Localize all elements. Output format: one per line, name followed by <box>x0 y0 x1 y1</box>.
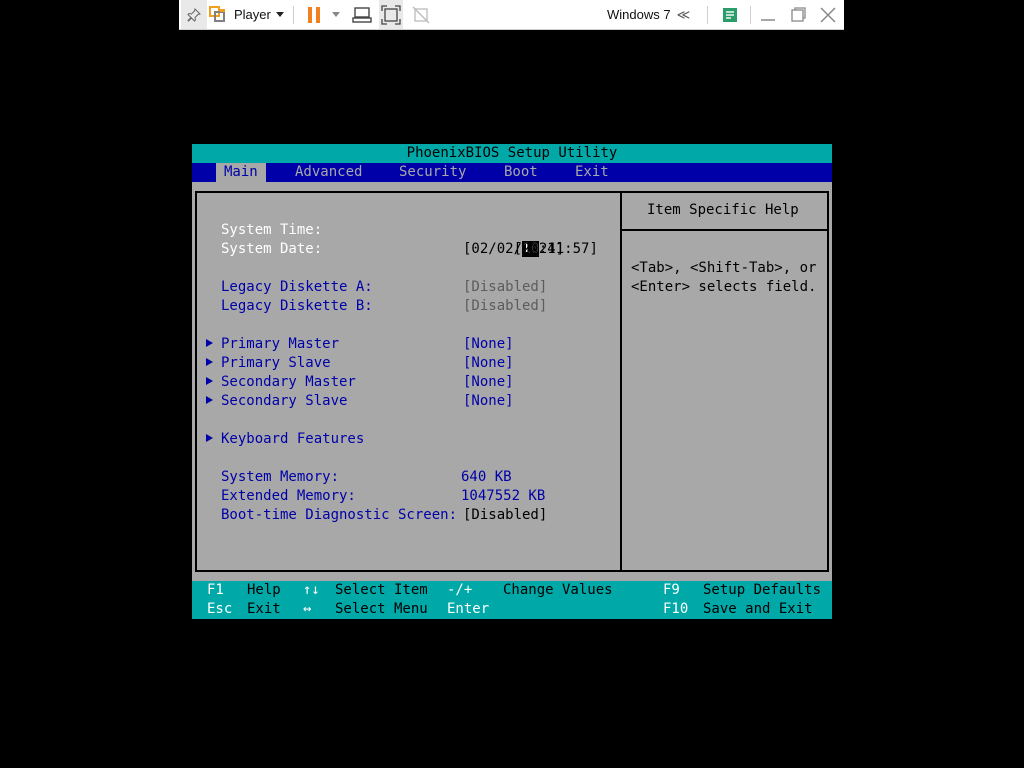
keyboard-features-label[interactable]: Keyboard Features <box>221 430 364 449</box>
collapse-chevrons-icon[interactable]: ≪ <box>677 7 691 23</box>
primary-master-label[interactable]: Primary Master <box>221 335 339 354</box>
vm-name: Windows 7 ≪ <box>607 0 699 29</box>
secondary-master-value[interactable]: [None] <box>463 373 514 392</box>
system-time-label[interactable]: System Time: <box>221 221 322 240</box>
system-memory-value: 640 KB <box>461 469 512 485</box>
system-date-field[interactable]: [02/02/2024] <box>463 240 564 259</box>
help-line-2: <Enter> selects field. <box>631 279 817 295</box>
power-dropdown-icon[interactable] <box>329 0 343 29</box>
secondary-master-label[interactable]: Secondary Master <box>221 373 356 392</box>
legacy-diskette-a-value[interactable]: [Disabled] <box>463 278 547 297</box>
secondary-slave-value[interactable]: [None] <box>463 392 514 411</box>
pause-button[interactable] <box>303 0 325 29</box>
help-divider <box>622 229 827 231</box>
key-minusplus: -/+ <box>447 582 473 598</box>
system-memory-label: System Memory: <box>221 469 340 485</box>
key-minusplus-desc: Change Values <box>503 582 613 598</box>
bios-screen: PhoenixBIOS Setup Utility Main Advanced … <box>192 144 832 636</box>
key-f10-desc: Save and Exit <box>703 601 813 617</box>
key-leftright-desc: Select Menu <box>335 601 428 617</box>
boot-diagnostic-value[interactable]: [Disabled] <box>463 506 547 525</box>
pause-icon <box>308 6 320 23</box>
fit-guest-icon[interactable] <box>379 0 403 29</box>
legacy-diskette-b-label[interactable]: Legacy Diskette B: <box>221 297 373 316</box>
player-label: Player <box>234 7 271 22</box>
toolbar-divider <box>293 6 294 24</box>
submenu-arrow-icon <box>608 624 616 632</box>
notes-icon[interactable] <box>719 0 741 29</box>
submenu-arrow-icon <box>206 396 213 404</box>
toolbar-divider <box>750 6 751 24</box>
unity-icon[interactable] <box>409 0 433 29</box>
legacy-diskette-b-value[interactable]: [Disabled] <box>463 297 547 316</box>
vmware-toolbar: Player Windows 7 ≪ <box>179 0 844 30</box>
help-panel: Item Specific Help <Tab>, <Shift-Tab>, o… <box>620 191 829 572</box>
extended-memory-label: Extended Memory: <box>221 488 356 504</box>
submenu-arrow-icon <box>206 377 213 385</box>
primary-slave-value[interactable]: [None] <box>463 354 514 373</box>
tab-security[interactable]: Security <box>391 163 474 182</box>
key-f9-desc: Setup Defaults <box>703 582 822 598</box>
player-menu-button[interactable]: Player <box>209 0 289 29</box>
submenu-arrow-icon <box>206 358 213 366</box>
key-f9: F9 <box>663 582 680 598</box>
extended-memory-value: 1047552 KB <box>461 488 546 504</box>
system-date-label[interactable]: System Date: <box>221 240 322 259</box>
key-esc-desc: Exit <box>247 601 281 617</box>
bios-menu-bar: Main Advanced Security Boot Exit <box>192 163 832 182</box>
help-title: Item Specific Help <box>647 202 799 218</box>
tab-exit[interactable]: Exit <box>567 163 617 182</box>
submenu-arrow-icon <box>206 434 213 442</box>
send-ctrl-alt-del-icon[interactable] <box>351 0 373 29</box>
bios-footer: F1 Help Esc Exit ↑↓ Select Item ↔ Select… <box>192 581 832 636</box>
key-leftright: ↔ <box>303 601 312 617</box>
key-enter-desc: Select Sub-Menu <box>553 620 689 636</box>
settings-panel: System Time: [10:11:57] System Date: [02… <box>195 191 622 572</box>
system-time-field[interactable]: [10:11:57] <box>463 221 598 257</box>
tab-boot[interactable]: Boot <box>496 163 546 182</box>
secondary-slave-label[interactable]: Secondary Slave <box>221 392 347 411</box>
chevron-down-icon <box>275 12 284 17</box>
primary-master-value[interactable]: [None] <box>463 335 514 354</box>
vmware-logo-icon <box>209 5 227 24</box>
bios-title: PhoenixBIOS Setup Utility <box>192 144 832 163</box>
key-enter: Enter <box>447 601 490 617</box>
key-updown: ↑↓ <box>303 582 320 598</box>
restore-icon[interactable] <box>787 0 809 29</box>
key-esc: Esc <box>207 601 233 617</box>
boot-diagnostic-label[interactable]: Boot-time Diagnostic Screen: <box>221 506 457 525</box>
tab-main[interactable]: Main <box>216 163 266 182</box>
help-line-1: <Tab>, <Shift-Tab>, or <box>631 260 817 276</box>
key-updown-desc: Select Item <box>335 582 428 598</box>
tab-advanced[interactable]: Advanced <box>287 163 370 182</box>
pin-icon[interactable] <box>181 0 207 29</box>
legacy-diskette-a-label[interactable]: Legacy Diskette A: <box>221 278 373 297</box>
close-icon[interactable] <box>817 0 839 29</box>
key-f10: F10 <box>663 601 689 617</box>
key-f1: F1 <box>207 582 224 598</box>
toolbar-divider <box>707 6 708 24</box>
vm-name-label: Windows 7 <box>607 7 671 22</box>
minimize-icon[interactable] <box>757 0 779 29</box>
primary-slave-label[interactable]: Primary Slave <box>221 354 331 373</box>
key-f1-desc: Help <box>247 582 281 598</box>
submenu-arrow-icon <box>206 339 213 347</box>
